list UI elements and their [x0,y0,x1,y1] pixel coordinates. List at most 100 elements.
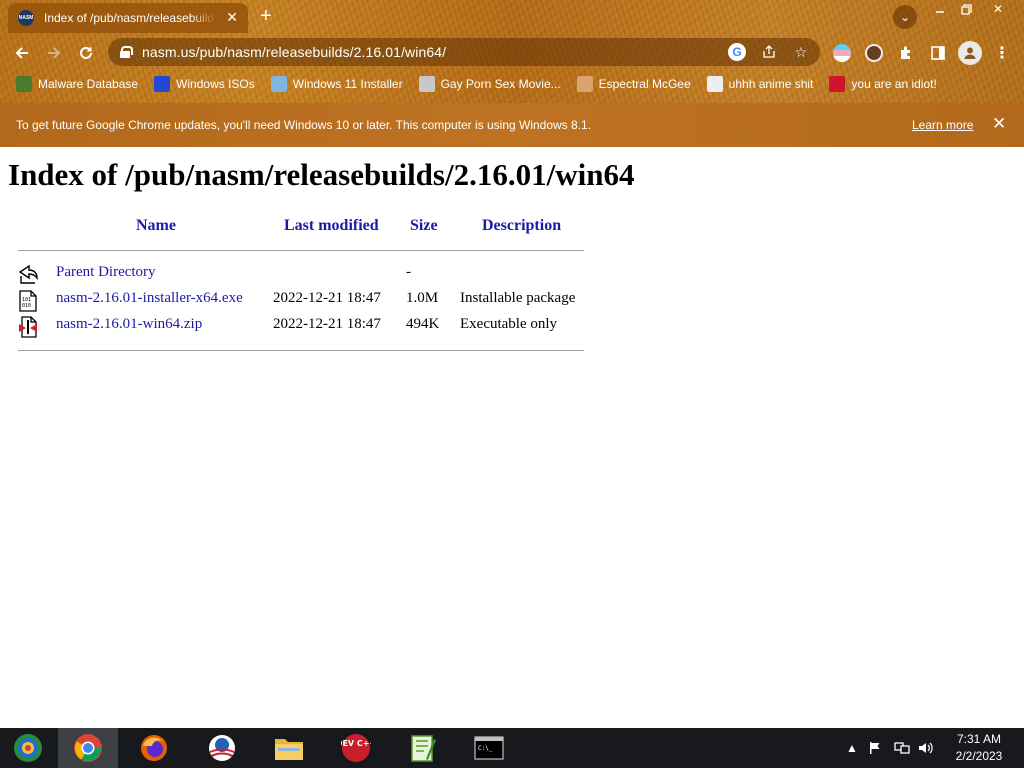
bookmark-label: Malware Database [38,77,139,91]
restore-button[interactable] [953,0,979,18]
clock-time: 7:31 AM [956,732,1002,746]
bookmark-star-icon[interactable]: ☆ [792,43,810,61]
address-bar[interactable]: nasm.us/pub/nasm/releasebuilds/2.16.01/w… [108,38,820,66]
robot-icon [418,76,435,92]
page-title: Index of /pub/nasm/releasebuilds/2.16.01… [8,157,635,192]
firefox-icon [141,735,167,761]
taskbar-file-explorer[interactable] [259,728,319,768]
name-column-header[interactable]: Name [136,217,176,235]
taskbar-command-prompt[interactable]: C:\_ [459,728,519,768]
learn-more-link[interactable]: Learn more [912,118,973,132]
trans-flag-extension-icon[interactable] [833,44,851,62]
row-date: 2022-12-21 18:47 [273,316,381,332]
cmd-icon: C:\_ [474,736,504,760]
chrome-icon [74,734,102,762]
cmd-label: C:\_ [478,745,493,752]
table-row: 101 010 nasm-2.16.01-installer-x64.exe 20… [18,288,584,312]
tab-close-icon[interactable]: ✕ [226,9,238,26]
devcpp-icon: DEV C++ [341,734,371,762]
size-column-header[interactable]: Size [410,217,438,235]
avatar-extension-icon[interactable] [865,44,883,62]
folder-icon [275,739,303,760]
profile-avatar-icon[interactable] [958,41,982,65]
browser-chrome: NASM Index of /pub/nasm/releasebuilds ✕ … [0,0,1024,103]
taskbar-firefox[interactable] [124,728,184,768]
volume-icon[interactable] [918,728,934,768]
infobar-close-icon[interactable]: ✕ [992,114,1006,134]
anime-icon [706,76,723,92]
installer-exe-link[interactable]: nasm-2.16.01-installer-x64.exe [56,290,243,307]
favicon-text: NASM [18,15,34,21]
win64-zip-link[interactable]: nasm-2.16.01-win64.zip [56,316,202,333]
header-divider [18,250,584,251]
system-clock[interactable]: 7:31 AM 2/2/2023 [944,731,1014,765]
lock-icon[interactable] [120,46,133,58]
bookmarks-bar: Malware Database Windows ISOs Windows 11 I… [0,72,1024,96]
update-infobar: To get future Google Chrome updates, you… [0,103,1024,147]
tab-title: Index of /pub/nasm/releasebuilds [44,11,216,25]
obama-logo-icon [209,735,235,761]
start-icon [14,734,42,762]
url-text[interactable]: nasm.us/pub/nasm/releasebuilds/2.16.01/w… [142,44,446,60]
action-center-flag-icon[interactable] [868,728,882,768]
bookmark-item[interactable]: uhhh anime shit [706,76,814,92]
reload-button[interactable] [74,41,98,65]
bookmark-label: Espectral McGee [598,77,691,91]
new-tab-button[interactable]: + [260,5,272,28]
row-description: Executable only [460,316,558,332]
bookmark-label: you are an idiot! [851,77,937,91]
forward-button[interactable] [42,41,66,65]
parent-directory-link[interactable]: Parent Directory [56,264,156,281]
row-size: - [406,264,411,280]
compressed-file-icon [18,316,38,338]
devcpp-label: DEV C++ [341,739,371,748]
description-column-header[interactable]: Description [482,217,561,235]
page-content: Index of /pub/nasm/releasebuilds/2.16.01… [0,147,1024,728]
notepadpp-icon [411,735,436,762]
leaf-icon [16,76,32,92]
taskbar-notepadpp[interactable] [392,728,452,768]
chrome-menu-icon[interactable]: ⋮ [994,41,1010,65]
taskbar-chrome[interactable] [58,728,118,768]
network-icon[interactable] [894,728,910,768]
bookmark-item[interactable]: Gay Porn Sex Movie... [418,76,561,92]
svg-text:010: 010 [22,303,31,309]
tab-search-icon[interactable]: ⌄ [893,5,917,29]
x-logo-icon [154,76,171,92]
row-size: 494K [406,316,440,332]
clock-date: 2/2/2023 [955,749,1003,763]
bookmark-item[interactable]: Windows ISOs [154,76,255,92]
binary-file-icon: 101 010 [18,290,38,312]
row-description: Installable package [460,290,576,306]
row-date: 2022-12-21 18:47 [273,290,381,306]
table-row: nasm-2.16.01-win64.zip 2022-12-21 18:47 … [18,314,584,338]
show-hidden-icons-button[interactable]: ▲ [846,728,858,768]
share-icon[interactable] [760,43,778,61]
extensions-puzzle-icon[interactable] [897,44,915,62]
back-button[interactable] [10,41,34,65]
tab-active[interactable]: NASM Index of /pub/nasm/releasebuilds ✕ [8,3,248,33]
back-arrow-icon [18,264,38,284]
close-window-button[interactable]: ✕ [985,0,1011,18]
uk-flag-icon [829,76,846,92]
bookmark-item[interactable]: Malware Database [16,76,138,92]
bookmark-label: uhhh anime shit [728,77,814,91]
google-lens-icon[interactable]: G [728,43,746,61]
bookmark-label: Windows 11 Installer [292,77,403,91]
taskbar-devcpp[interactable]: DEV C++ [326,728,386,768]
bookmark-label: Gay Porn Sex Movie... [440,77,561,91]
bookmark-item[interactable]: Windows 11 Installer [270,76,403,92]
last-modified-column-header[interactable]: Last modified [284,217,379,235]
minimize-button[interactable] [927,0,953,18]
taskbar: DEV C++ C:\_ ▲ 7:31 AM 2/2/2023 [0,728,1024,768]
table-row: Parent Directory - [18,262,584,286]
nasm-favicon-icon: NASM [18,10,34,26]
row-size: 1.0M [406,290,439,306]
start-button[interactable] [0,728,56,768]
bookmark-label: Windows ISOs [176,77,255,91]
side-panel-icon[interactable] [929,44,947,62]
bookmark-item[interactable]: you are an idiot! [829,76,937,92]
face-icon [576,76,593,92]
taskbar-obama-app[interactable] [192,728,252,768]
bookmark-item[interactable]: Espectral McGee [576,76,691,92]
